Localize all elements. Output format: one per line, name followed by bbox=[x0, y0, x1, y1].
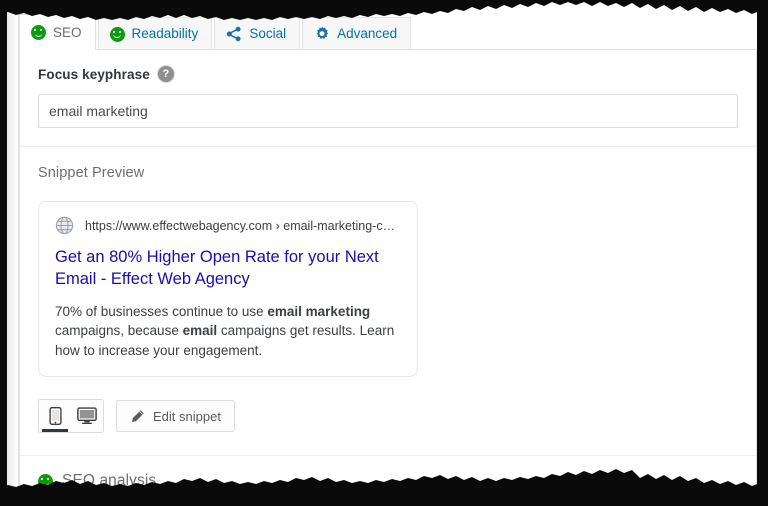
tab-seo[interactable]: SEO bbox=[19, 14, 96, 51]
smiley-green-icon bbox=[31, 25, 46, 40]
smiley-green-icon bbox=[109, 26, 125, 42]
screenshot-root: SEO Readability Social Advanced Focus ke… bbox=[0, 0, 768, 506]
wordpress-page: SEO Readability Social Advanced Focus ke… bbox=[7, 0, 757, 506]
desktop-monitor-icon bbox=[77, 407, 97, 425]
focus-keyphrase-input[interactable] bbox=[38, 94, 738, 128]
preview-mode-toggle[interactable] bbox=[38, 399, 104, 434]
snippet-preview-section: Snippet Preview https://www.effectwebage… bbox=[20, 147, 756, 455]
snippet-keyword: email marketing bbox=[267, 303, 371, 319]
tab-social[interactable]: Social bbox=[214, 17, 301, 50]
pencil-icon bbox=[132, 409, 144, 422]
tab-readability-label: Readability bbox=[131, 26, 199, 42]
smiley-green-icon bbox=[38, 473, 53, 489]
snippet-preview-card[interactable]: https://www.effectwebagency.com › email-… bbox=[38, 201, 418, 378]
seo-analysis-header: SEO analysis bbox=[38, 472, 738, 490]
metabox-tab-strip: SEO Readability Social Advanced bbox=[19, 14, 413, 51]
desktop-preview-button[interactable] bbox=[71, 400, 103, 432]
gear-icon bbox=[316, 26, 329, 39]
tab-readability[interactable]: Readability bbox=[97, 17, 213, 50]
seo-analysis-section: SEO analysis email marketing bbox=[20, 456, 756, 506]
torn-edge-right bbox=[757, 0, 768, 506]
snippet-text: campaigns, because bbox=[55, 323, 183, 339]
focus-keyphrase-section: Focus keyphrase ? bbox=[20, 50, 756, 146]
snippet-keyword: email bbox=[182, 323, 218, 339]
seo-analysis-title: SEO analysis bbox=[62, 472, 157, 490]
tab-advanced[interactable]: Advanced bbox=[302, 17, 412, 50]
snippet-preview-heading: Snippet Preview bbox=[38, 165, 145, 181]
tab-seo-label: SEO bbox=[53, 24, 82, 40]
edit-snippet-label: Edit snippet bbox=[153, 408, 221, 424]
seo-analysis-keyphrase: email marketing bbox=[63, 497, 155, 506]
focus-keyphrase-label-row: Focus keyphrase ? bbox=[38, 66, 738, 82]
focus-keyphrase-label: Focus keyphrase bbox=[38, 66, 150, 82]
question-mark-icon[interactable]: ? bbox=[157, 66, 174, 82]
tab-social-label: Social bbox=[249, 26, 287, 42]
snippet-description: 70% of businesses continue to use email … bbox=[55, 302, 401, 361]
snippet-text: 70% of businesses continue to use bbox=[55, 303, 268, 319]
snippet-controls-row: Edit snippet bbox=[38, 399, 738, 434]
snippet-url-row: https://www.effectwebagency.com › email-… bbox=[55, 216, 401, 235]
globe-icon bbox=[55, 216, 74, 235]
yoast-seo-metabox: SEO Readability Social Advanced Focus ke… bbox=[19, 8, 757, 506]
edit-snippet-button[interactable]: Edit snippet bbox=[116, 400, 235, 433]
snippet-url-text: https://www.effectwebagency.com › email-… bbox=[85, 218, 396, 233]
snippet-title-link[interactable]: Get an 80% Higher Open Rate for your Nex… bbox=[55, 247, 401, 291]
seo-tab-panel: Focus keyphrase ? Snippet Preview bbox=[19, 49, 757, 506]
tab-advanced-label: Advanced bbox=[337, 26, 398, 42]
mobile-phone-icon bbox=[48, 407, 62, 426]
mobile-preview-button[interactable] bbox=[39, 400, 71, 433]
share-icon bbox=[227, 26, 241, 42]
torn-edge-left bbox=[0, 0, 7, 506]
